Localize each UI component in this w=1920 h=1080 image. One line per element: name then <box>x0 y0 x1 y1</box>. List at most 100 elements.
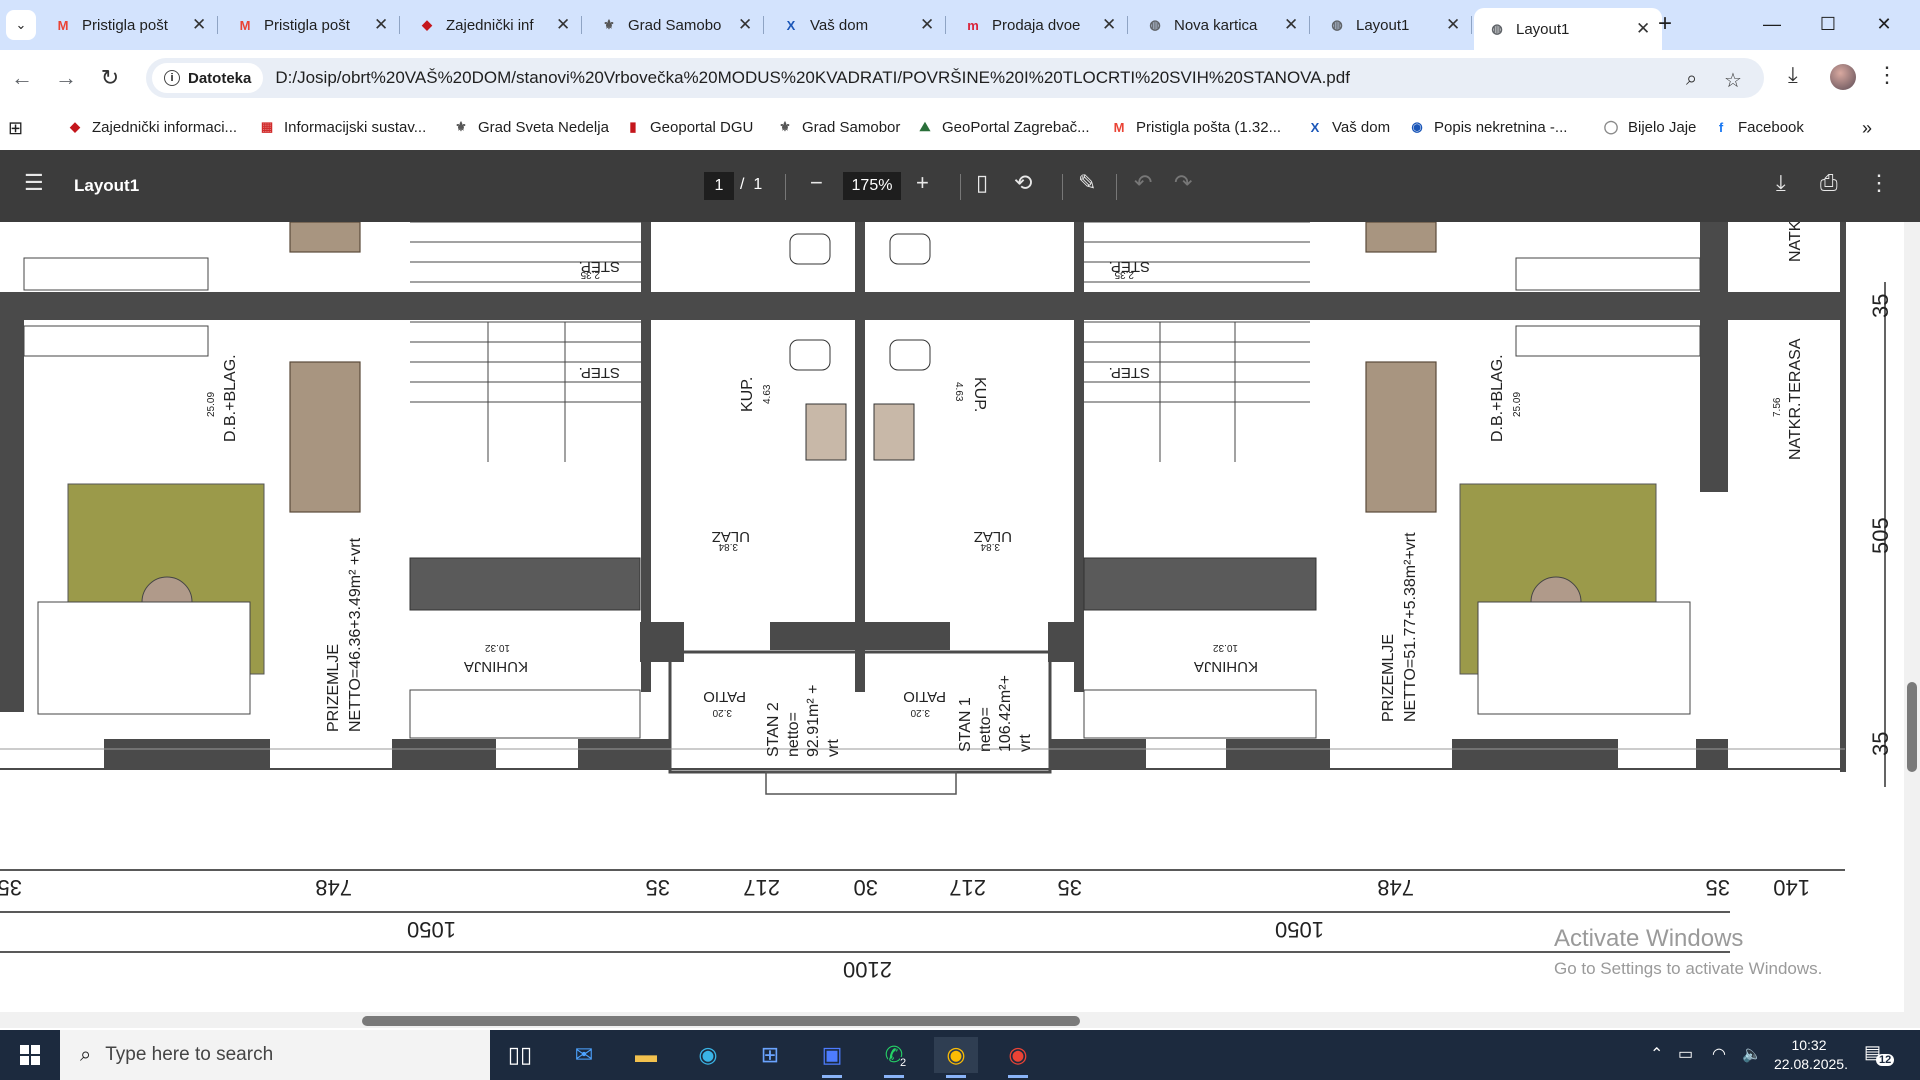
bookmark-3[interactable]: ⚜ Grad Sveta Nedelja <box>452 118 609 136</box>
battery-icon[interactable]: ▭ <box>1678 1044 1693 1064</box>
network-icon[interactable]: ◠ <box>1712 1044 1726 1064</box>
edge-button[interactable]: ◉ <box>686 1037 730 1073</box>
bookmark-star-icon[interactable]: ☆ <box>1724 68 1742 93</box>
back-arrow-icon: ← <box>11 65 33 90</box>
task-view-button[interactable]: ▯▯ <box>498 1037 542 1073</box>
dim-right-35-top: 35 <box>1868 294 1893 318</box>
minimize-button[interactable]: — <box>1744 6 1800 42</box>
bookmark-4[interactable]: ▮ Geoportal DGU <box>624 118 753 136</box>
whatsapp-button[interactable]: ✆ 2 <box>872 1037 916 1078</box>
floor-plan-drawing: D.B.+BLAG. D.B.+BLAG. KUP. KUP. NATKR.TE… <box>0 222 1893 982</box>
download-icon[interactable]: ⤓ <box>1788 62 1798 88</box>
vertical-scrollbar[interactable] <box>1904 222 1920 1028</box>
chrome-button[interactable]: ◉ <box>934 1037 978 1078</box>
page-number-input[interactable]: 1 <box>704 172 734 200</box>
pdf-more-icon[interactable]: ⋮ <box>1868 170 1890 196</box>
tab-4[interactable]: ⚜ Grad Samobo ✕ <box>586 8 764 42</box>
fit-page-icon[interactable]: ▯ <box>976 170 988 196</box>
dim-1050-b: 1050 <box>1275 917 1324 942</box>
bookmark-9[interactable]: ◉ Popis nekretnina -... <box>1408 118 1567 136</box>
pdf-download-icon[interactable]: ⤓ <box>1776 170 1786 196</box>
close-tab-icon[interactable]: ✕ <box>1446 15 1462 35</box>
file-explorer-button[interactable]: ▬ <box>624 1037 668 1073</box>
tab-9[interactable]: ◍ Layout1 ✕ <box>1474 8 1662 50</box>
more-bookmarks-icon[interactable]: » <box>1862 118 1872 139</box>
bookmark-8[interactable]: X Vaš dom <box>1306 118 1390 136</box>
bookmark-5[interactable]: ⚜ Grad Samobor <box>776 118 900 136</box>
dim-140: 140 <box>1773 875 1810 900</box>
tab-7[interactable]: ◍ Nova kartica ✕ <box>1132 8 1310 42</box>
bookmark-label: Geoportal DGU <box>650 118 754 136</box>
bookmark-1[interactable]: ◆ Zajednički informaci... <box>66 118 237 136</box>
remote-app-button[interactable]: ▣ <box>810 1037 854 1078</box>
taskbar-search-box[interactable]: ⌕ Type here to search <box>60 1030 490 1080</box>
rotate-icon[interactable]: ⟲ <box>1014 170 1032 196</box>
zoom-level-input[interactable]: 175% <box>843 172 901 200</box>
tray-overflow-icon[interactable]: ⌃ <box>1650 1044 1663 1064</box>
zoom-out-icon[interactable]: − <box>810 170 823 196</box>
bookmark-7[interactable]: M Pristigla pošta (1.32... <box>1110 118 1282 136</box>
tab-5[interactable]: X Vaš dom ✕ <box>768 8 946 42</box>
back-button[interactable]: ← <box>8 64 36 92</box>
divider <box>960 174 961 200</box>
forward-button[interactable]: → <box>52 64 80 92</box>
vertical-scroll-thumb[interactable] <box>1907 682 1917 772</box>
tab-8[interactable]: ◍ Layout1 ✕ <box>1314 8 1472 42</box>
zoom-icon[interactable]: ⌕ <box>1686 68 1697 91</box>
dim-35-d: 35 <box>1706 875 1730 900</box>
bookmark-6[interactable]: ⛰ GeoPortal Zagrebač... <box>916 118 1090 136</box>
label-stan-right-netto: netto= <box>977 707 994 752</box>
bookmark-10[interactable]: ◯ Bijelo Jaje <box>1602 118 1697 136</box>
close-tab-icon[interactable]: ✕ <box>1102 15 1118 35</box>
tab-2[interactable]: M Pristigla pošt ✕ <box>222 8 400 42</box>
tab-3[interactable]: ◆ Zajednički inf ✕ <box>404 8 582 42</box>
tab-title: Pristigla pošt <box>264 16 350 34</box>
notification-center-button[interactable]: ▤ 12 <box>1864 1042 1895 1068</box>
maximize-button[interactable]: ☐ <box>1800 6 1856 42</box>
zoom-in-icon[interactable]: + <box>916 170 929 196</box>
site-info-chip[interactable]: i Datoteka <box>152 63 264 93</box>
dim-35-a: 35 <box>0 875 22 900</box>
pdf-page-view[interactable]: D.B.+BLAG. D.B.+BLAG. KUP. KUP. NATKR.TE… <box>0 222 1920 1022</box>
bookmark-2[interactable]: ▦ Informacijski sustav... <box>258 118 426 136</box>
redo-icon[interactable]: ↷ <box>1174 170 1192 196</box>
bookmark-label: Facebook <box>1738 118 1804 136</box>
label-kitchen-right: KUHINJA <box>1194 658 1258 675</box>
close-tab-icon[interactable]: ✕ <box>738 15 754 35</box>
close-tab-icon[interactable]: ✕ <box>192 15 208 35</box>
mail-app-button[interactable]: ✉ <box>562 1037 606 1073</box>
apps-grid-icon[interactable]: ⊞ <box>8 118 23 139</box>
close-tab-icon[interactable]: ✕ <box>374 15 390 35</box>
horizontal-scrollbar[interactable] <box>0 1012 1904 1028</box>
kebab-menu-icon[interactable]: ⋮ <box>1876 62 1898 88</box>
address-bar[interactable]: i Datoteka D:/Josip/obrt%20VAŠ%20DOM/sta… <box>146 58 1764 98</box>
url-text[interactable]: D:/Josip/obrt%20VAŠ%20DOM/stanovi%20Vrbo… <box>275 68 1350 88</box>
hamburger-menu-icon[interactable]: ☰ <box>24 170 44 196</box>
clock[interactable]: 10:32 22.08.2025. <box>1774 1036 1848 1074</box>
undo-icon[interactable]: ↶ <box>1134 170 1152 196</box>
horizontal-scroll-thumb[interactable] <box>362 1016 1080 1026</box>
activate-windows-watermark: Activate Windows Go to Settings to activ… <box>1554 925 1822 979</box>
profile-avatar[interactable] <box>1830 64 1856 90</box>
close-tab-icon[interactable]: ✕ <box>556 15 572 35</box>
store-button[interactable]: ⊞ <box>748 1037 792 1073</box>
area-terrace: 7.56 <box>1772 397 1783 417</box>
close-window-button[interactable]: ✕ <box>1856 6 1912 42</box>
close-tab-icon[interactable]: ✕ <box>920 15 936 35</box>
tab-6[interactable]: m Prodaja dvoe ✕ <box>950 8 1128 42</box>
start-button[interactable] <box>0 1030 60 1080</box>
label-dining-left: D.B.+BLAG. <box>222 354 239 442</box>
print-icon[interactable]: ⎙ <box>1820 170 1838 196</box>
reload-button[interactable]: ↻ <box>96 64 124 92</box>
new-tab-button[interactable]: + <box>1650 10 1680 38</box>
tab-title: Layout1 <box>1516 20 1570 38</box>
stairs-right <box>1084 222 1310 462</box>
close-tab-icon[interactable]: ✕ <box>1284 15 1300 35</box>
bookmark-11[interactable]: f Facebook <box>1712 118 1804 136</box>
chrome-profile-button[interactable]: ◉ <box>996 1037 1040 1078</box>
annotate-icon[interactable]: ✎ <box>1078 170 1096 196</box>
tab-1[interactable]: M Pristigla pošt ✕ <box>40 8 218 42</box>
tab-search-button[interactable]: ⌄ <box>6 10 36 40</box>
notification-badge: 12 <box>1876 1054 1895 1066</box>
volume-icon[interactable]: 🔈 <box>1742 1044 1762 1064</box>
